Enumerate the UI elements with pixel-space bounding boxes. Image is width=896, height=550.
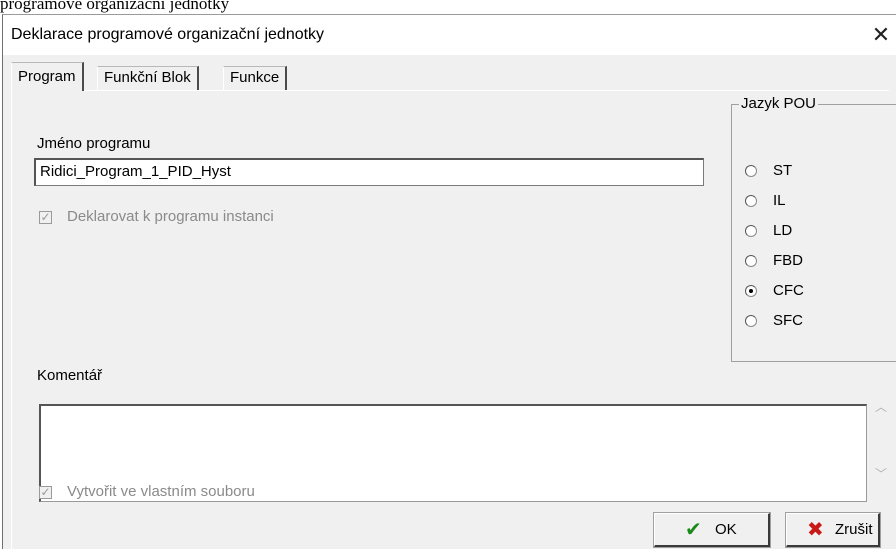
- cancel-button[interactable]: ✖ Zrušit: [785, 512, 881, 548]
- radio-il-label: IL: [773, 192, 786, 209]
- scroll-up-icon[interactable]: ︿: [875, 400, 887, 414]
- radio-sfc-button[interactable]: [745, 315, 757, 327]
- radio-fbd-button[interactable]: [745, 255, 757, 267]
- tab-program[interactable]: Program: [11, 62, 84, 91]
- comment-label: Komentář: [37, 367, 103, 384]
- language-group-title: Jazyk POU: [739, 95, 819, 113]
- checkmark-icon: ✔: [685, 519, 702, 541]
- program-name-label: Jméno programu: [37, 135, 151, 152]
- declare-instance-label: Deklarovat k programu instanci: [67, 208, 274, 225]
- ok-button-label: OK: [715, 521, 737, 538]
- program-name-input[interactable]: Ridici_Program_1_PID_Hyst: [34, 158, 704, 186]
- radio-il-button[interactable]: [745, 195, 757, 207]
- tab-function[interactable]: Funkce: [223, 66, 288, 90]
- radio-st-label: ST: [773, 162, 793, 179]
- cross-icon: ✖: [807, 519, 824, 541]
- own-file-label: Vytvořit ve vlastním souboru: [67, 483, 255, 500]
- radio-cfc-button[interactable]: [745, 285, 757, 297]
- radio-ld-label: LD: [773, 222, 793, 239]
- declare-instance-checkbox[interactable]: ✓: [39, 211, 52, 224]
- own-file-checkbox[interactable]: ✓: [39, 486, 52, 499]
- radio-fbd-label: FBD: [773, 252, 803, 269]
- radio-cfc-label: CFC: [773, 282, 804, 299]
- radio-sfc-label: SFC: [773, 312, 803, 329]
- ok-button[interactable]: ✔ OK: [653, 512, 771, 548]
- dialog-title: Deklarace programové organizační jednotk…: [11, 26, 325, 43]
- scroll-down-icon[interactable]: ﹀: [875, 467, 887, 481]
- background-document-text: programové organizační jednotky: [0, 0, 230, 13]
- title-bar[interactable]: Deklarace programové organizační jednotk…: [3, 15, 896, 56]
- radio-st-button[interactable]: [745, 165, 757, 177]
- close-icon[interactable]: ✕: [866, 21, 896, 49]
- pou-declaration-dialog: Deklarace programové organizační jednotk…: [2, 14, 896, 550]
- radio-ld-button[interactable]: [745, 225, 757, 237]
- cancel-button-label: Zrušit: [835, 521, 873, 538]
- tab-function-block[interactable]: Funkční Blok: [97, 66, 199, 90]
